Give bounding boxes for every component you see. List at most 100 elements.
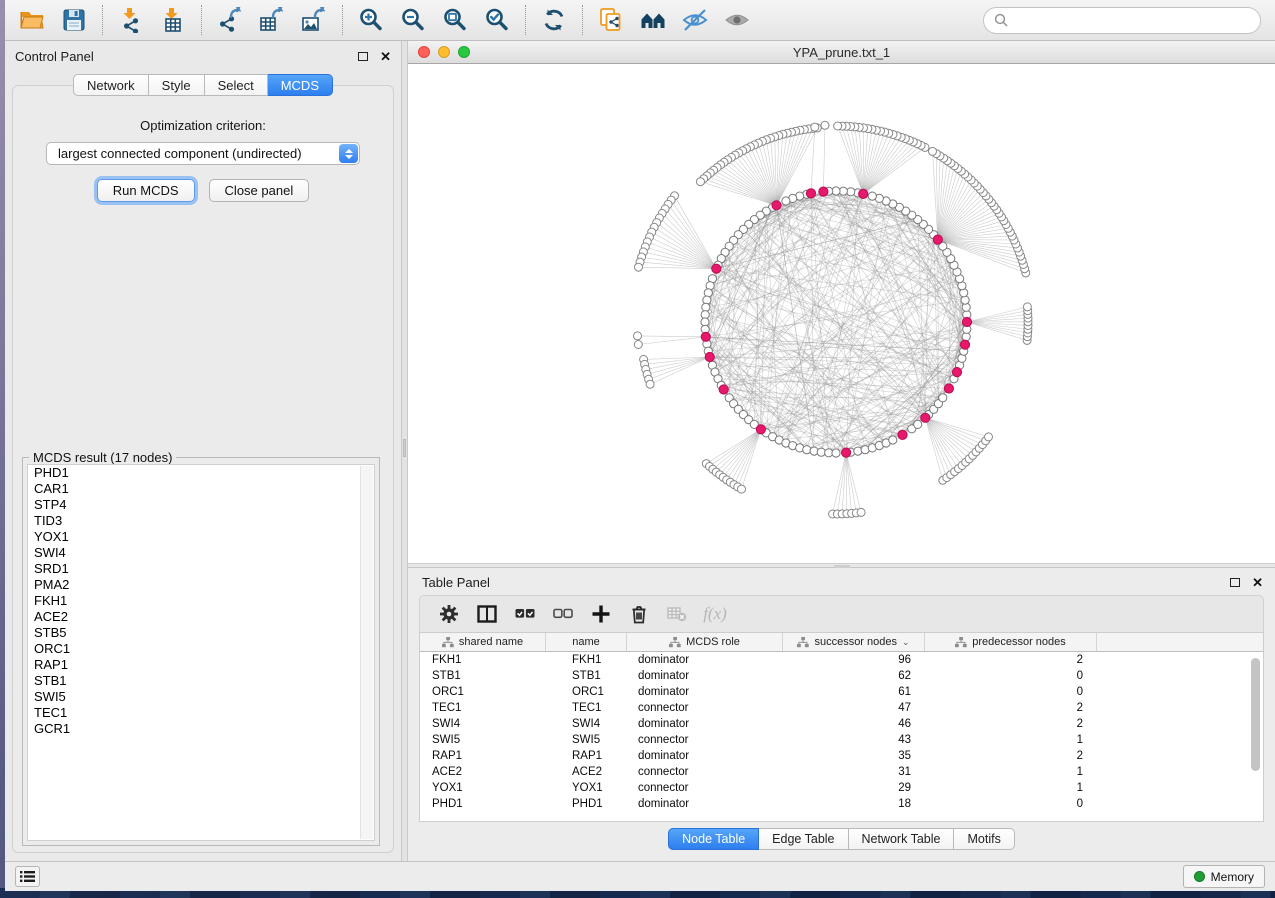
mcds-node[interactable] — [712, 264, 721, 273]
mcds-node[interactable] — [962, 317, 971, 326]
cell-shared-name[interactable]: YOX1 — [420, 780, 546, 796]
mcds-node[interactable] — [705, 352, 714, 361]
tab-mcds[interactable]: MCDS — [268, 74, 333, 96]
mcds-node[interactable] — [898, 430, 907, 439]
optimization-criterion-dropdown[interactable]: largest connected component (undirected) — [46, 142, 360, 165]
cell-MCDS-role[interactable]: connector — [627, 732, 783, 748]
cell-MCDS-role[interactable]: dominator — [627, 684, 783, 700]
table-row[interactable]: FKH1FKH1dominator962 — [420, 652, 1263, 668]
cell-name[interactable]: SWI5 — [546, 732, 627, 748]
cell-successor-nodes[interactable]: 18 — [783, 796, 925, 812]
cell-predecessor-nodes[interactable]: 1 — [925, 732, 1097, 748]
cell-MCDS-role[interactable]: connector — [627, 780, 783, 796]
network-node[interactable] — [961, 296, 969, 304]
zoom-selected-button[interactable] — [476, 3, 518, 37]
tab-network[interactable]: Network — [73, 74, 149, 96]
cell-predecessor-nodes[interactable]: 0 — [925, 668, 1097, 684]
cell-name[interactable]: STB1 — [546, 668, 627, 684]
leaf-node[interactable] — [646, 380, 654, 388]
column-header-predecessor-nodes[interactable]: predecessor nodes — [925, 633, 1097, 651]
vertical-splitter[interactable] — [401, 41, 408, 861]
table-row[interactable]: STB1STB1dominator620 — [420, 668, 1263, 684]
column-header-MCDS-role[interactable]: MCDS role — [627, 633, 783, 651]
show-all-button[interactable] — [716, 3, 758, 37]
cell-predecessor-nodes[interactable]: 2 — [925, 716, 1097, 732]
cell-name[interactable]: RAP1 — [546, 748, 627, 764]
create-column-button[interactable] — [582, 599, 620, 629]
network-node[interactable] — [854, 447, 862, 455]
cell-predecessor-nodes[interactable]: 2 — [925, 748, 1097, 764]
cell-name[interactable]: FKH1 — [546, 652, 627, 668]
zoom-in-button[interactable] — [350, 3, 392, 37]
cell-predecessor-nodes[interactable]: 1 — [925, 764, 1097, 780]
leaf-node[interactable] — [635, 263, 643, 271]
cell-predecessor-nodes[interactable]: 0 — [925, 796, 1097, 812]
cell-successor-nodes[interactable]: 35 — [783, 748, 925, 764]
cell-predecessor-nodes[interactable]: 1 — [925, 780, 1097, 796]
cell-shared-name[interactable]: SWI4 — [420, 716, 546, 732]
mcds-node[interactable] — [952, 368, 961, 377]
network-node[interactable] — [803, 446, 811, 454]
run-mcds-button[interactable]: Run MCDS — [97, 179, 195, 202]
mcds-result-item[interactable]: ORC1 — [28, 641, 374, 657]
mcds-node[interactable] — [944, 384, 953, 393]
cell-successor-nodes[interactable]: 61 — [783, 684, 925, 700]
column-header-shared-name[interactable]: shared name — [420, 633, 546, 651]
cell-shared-name[interactable]: RAP1 — [420, 748, 546, 764]
table-mode-gear-button[interactable] — [430, 599, 468, 629]
table-row[interactable]: SWI5SWI5connector431 — [420, 732, 1263, 748]
mcds-result-item[interactable]: SWI5 — [28, 689, 374, 705]
scrollbar-thumb[interactable] — [1251, 658, 1260, 771]
close-panel-icon[interactable]: ✕ — [380, 50, 391, 63]
cell-shared-name[interactable]: ORC1 — [420, 684, 546, 700]
network-node[interactable] — [914, 420, 922, 428]
mcds-node[interactable] — [772, 201, 781, 210]
zoom-out-button[interactable] — [392, 3, 434, 37]
mcds-result-item[interactable]: YOX1 — [28, 529, 374, 545]
leaf-node[interactable] — [1023, 303, 1031, 311]
leaf-node[interactable] — [834, 122, 842, 130]
mcds-node[interactable] — [842, 448, 851, 457]
network-node[interactable] — [939, 394, 947, 402]
network-node[interactable] — [782, 197, 790, 205]
leaf-node[interactable] — [697, 178, 705, 186]
tab-network-table[interactable]: Network Table — [849, 828, 955, 850]
cell-predecessor-nodes[interactable]: 2 — [925, 700, 1097, 716]
select-all-rows-button[interactable] — [506, 599, 544, 629]
cell-shared-name[interactable]: ACE2 — [420, 764, 546, 780]
mcds-result-item[interactable]: SRD1 — [28, 561, 374, 577]
tab-style[interactable]: Style — [149, 74, 205, 96]
list-scrollbar[interactable] — [360, 466, 373, 839]
table-scrollbar[interactable] — [1250, 654, 1261, 819]
maximize-window-icon[interactable] — [458, 46, 470, 58]
mcds-node[interactable] — [960, 340, 969, 349]
export-table-button[interactable] — [251, 3, 293, 37]
mcds-result-item[interactable]: TID3 — [28, 513, 374, 529]
deselect-all-rows-button[interactable] — [544, 599, 582, 629]
cell-successor-nodes[interactable]: 96 — [783, 652, 925, 668]
mcds-result-item[interactable]: STB5 — [28, 625, 374, 641]
float-panel-icon[interactable] — [358, 52, 368, 61]
leaf-node[interactable] — [811, 123, 819, 131]
mcds-node[interactable] — [819, 187, 828, 196]
network-node[interactable] — [704, 289, 712, 297]
tab-edge-table[interactable]: Edge Table — [759, 828, 848, 850]
cell-predecessor-nodes[interactable]: 2 — [925, 652, 1097, 668]
mcds-result-item[interactable]: STB1 — [28, 673, 374, 689]
cell-shared-name[interactable]: TEC1 — [420, 700, 546, 716]
cell-successor-nodes[interactable]: 31 — [783, 764, 925, 780]
mcds-result-item[interactable]: RAP1 — [28, 657, 374, 673]
cell-MCDS-role[interactable]: dominator — [627, 652, 783, 668]
minimize-window-icon[interactable] — [438, 46, 450, 58]
mcds-result-item[interactable]: SWI4 — [28, 545, 374, 561]
mcds-node[interactable] — [806, 189, 815, 198]
table-row[interactable]: SWI4SWI4dominator462 — [420, 716, 1263, 732]
leaf-node[interactable] — [857, 508, 865, 516]
cell-MCDS-role[interactable]: dominator — [627, 716, 783, 732]
delete-columns-button[interactable] — [620, 599, 658, 629]
mcds-node[interactable] — [921, 413, 930, 422]
mcds-result-item[interactable]: PHD1 — [28, 465, 374, 481]
mcds-result-item[interactable]: PMA2 — [28, 577, 374, 593]
save-session-button[interactable] — [53, 3, 95, 37]
mcds-result-item[interactable]: CAR1 — [28, 481, 374, 497]
